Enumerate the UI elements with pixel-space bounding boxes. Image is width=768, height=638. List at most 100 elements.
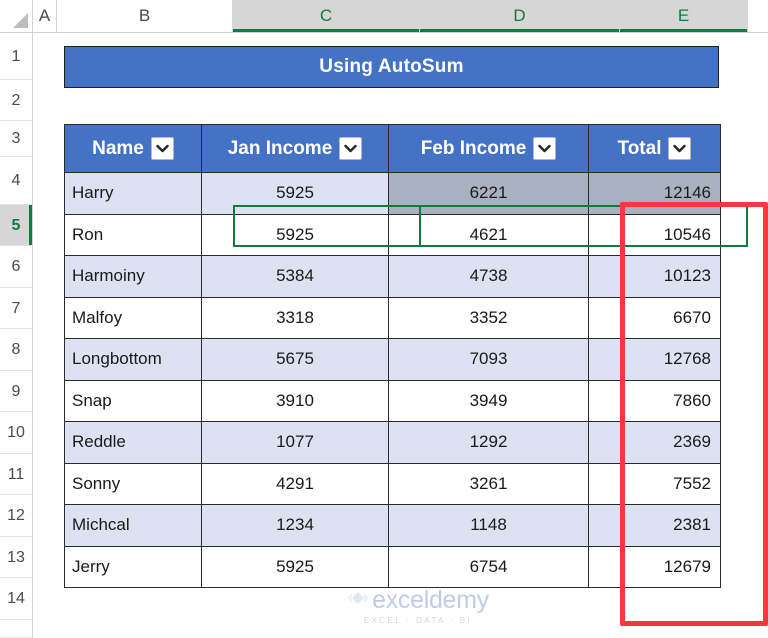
row-header-2-label: 2 [11, 92, 21, 109]
cell-total[interactable]: 6670 [588, 296, 721, 339]
row-header-15[interactable] [0, 620, 32, 638]
cell-feb-income[interactable]: 3949 [388, 379, 589, 422]
row-header-1[interactable]: 1 [0, 33, 32, 80]
cell-feb-income[interactable]: 6221 [388, 172, 589, 215]
row-header-11-label: 11 [7, 466, 25, 483]
row-header-13-label: 13 [7, 549, 25, 566]
column-header-name[interactable]: Name [64, 124, 202, 173]
row-header-14[interactable]: 14 [0, 578, 32, 620]
cell-name[interactable]: Malfoy [64, 296, 202, 339]
table-row[interactable]: Reddle 1077 1292 2369 [64, 421, 721, 464]
chevron-down-icon[interactable] [668, 137, 692, 160]
column-header-c[interactable]: C [233, 0, 420, 32]
row-header-13[interactable]: 13 [0, 537, 32, 578]
cell-name[interactable]: Harry [64, 172, 202, 215]
cell-jan-income[interactable]: 4291 [201, 462, 389, 505]
cell-feb-income[interactable]: 3352 [388, 296, 589, 339]
cell-name[interactable]: Snap [64, 379, 202, 422]
cell-jan-income[interactable]: 5925 [201, 172, 389, 215]
chevron-down-icon[interactable] [339, 137, 363, 160]
column-header-a[interactable]: A [33, 0, 57, 32]
chevron-down-icon[interactable] [533, 137, 557, 160]
cell-name[interactable]: Michcal [64, 504, 202, 547]
column-header-b[interactable]: B [57, 0, 233, 32]
row-header-6[interactable]: 6 [0, 246, 32, 288]
cell-jan-income[interactable]: 1077 [201, 421, 389, 464]
column-header-e[interactable]: E [620, 0, 748, 32]
column-header-a-label: A [38, 6, 51, 25]
table-row[interactable]: Snap 3910 3949 7860 [64, 379, 721, 422]
cell-jan-income[interactable]: 5925 [201, 213, 389, 256]
table-row[interactable]: Ron 5925 4621 10546 [64, 213, 721, 256]
cell-jan-income[interactable]: 5384 [201, 255, 389, 298]
row-header-2[interactable]: 2 [0, 80, 32, 121]
row-header-3[interactable]: 3 [0, 121, 32, 157]
cell-total[interactable]: 10123 [588, 255, 721, 298]
column-header-e-label: E [677, 6, 690, 25]
chevron-down-icon[interactable] [150, 137, 174, 160]
row-header-9-label: 9 [11, 383, 21, 400]
cell-feb-income[interactable]: 4738 [388, 255, 589, 298]
cell-jan-income[interactable]: 3910 [201, 379, 389, 422]
cell-jan-income[interactable]: 3318 [201, 296, 389, 339]
cell-jan-income[interactable]: 5675 [201, 338, 389, 381]
table-row[interactable]: Sonny 4291 3261 7552 [64, 462, 721, 505]
row-header-14-label: 14 [7, 590, 25, 607]
table-row[interactable]: Harry 5925 6221 12146 [64, 172, 721, 215]
cell-feb-income[interactable]: 1148 [388, 504, 589, 547]
row-header-8[interactable]: 8 [0, 329, 32, 371]
row-header-5[interactable]: 5 [0, 205, 32, 246]
row-header-4[interactable]: 4 [0, 157, 32, 205]
cell-name[interactable]: Longbottom [64, 338, 202, 381]
column-header-bar: A B C D E [0, 0, 768, 33]
select-all-corner[interactable] [0, 0, 33, 32]
column-header-jan-income[interactable]: Jan Income [201, 124, 389, 173]
column-header-total-label: Total [617, 137, 662, 159]
row-header-1-label: 1 [11, 48, 21, 65]
cell-total[interactable]: 12768 [588, 338, 721, 381]
row-header-7[interactable]: 7 [0, 288, 32, 329]
table-body: Harry 5925 6221 12146 Ron 5925 4621 1054… [64, 172, 721, 588]
column-header-feb-income[interactable]: Feb Income [388, 124, 589, 173]
row-header-3-label: 3 [11, 130, 21, 147]
cell-jan-income[interactable]: 1234 [201, 504, 389, 547]
row-header-5-label: 5 [11, 217, 21, 234]
cell-feb-income[interactable]: 1292 [388, 421, 589, 464]
row-header-9[interactable]: 9 [0, 371, 32, 412]
column-header-d-label: D [513, 6, 526, 25]
cell-name[interactable]: Sonny [64, 462, 202, 505]
cell-feb-income[interactable]: 7093 [388, 338, 589, 381]
row-header-11[interactable]: 11 [0, 454, 32, 495]
cell-total[interactable]: 10546 [588, 213, 721, 256]
table-row[interactable]: Michcal 1234 1148 2381 [64, 504, 721, 547]
table-header-row: Name Jan Income Feb Income Total [64, 124, 721, 173]
row-header-10[interactable]: 10 [0, 412, 32, 454]
cell-total[interactable]: 2369 [588, 421, 721, 464]
row-header-7-label: 7 [11, 300, 21, 317]
row-header-8-label: 8 [11, 341, 21, 358]
cell-name[interactable]: Harmoiny [64, 255, 202, 298]
cell-feb-income[interactable]: 6754 [388, 545, 589, 588]
cell-name[interactable]: Ron [64, 213, 202, 256]
table-row[interactable]: Malfoy 3318 3352 6670 [64, 296, 721, 339]
column-header-d[interactable]: D [420, 0, 620, 32]
cell-total[interactable]: 7860 [588, 379, 721, 422]
column-header-jan-income-label: Jan Income [227, 137, 333, 159]
table-row[interactable]: Longbottom 5675 7093 12768 [64, 338, 721, 381]
cell-total[interactable]: 12679 [588, 545, 721, 588]
row-header-12[interactable]: 12 [0, 495, 32, 537]
cell-total[interactable]: 7552 [588, 462, 721, 505]
cell-name[interactable]: Jerry [64, 545, 202, 588]
cell-jan-income[interactable]: 5925 [201, 545, 389, 588]
cell-total[interactable]: 12146 [588, 172, 721, 215]
cell-feb-income[interactable]: 4621 [388, 213, 589, 256]
cell-feb-income[interactable]: 3261 [388, 462, 589, 505]
column-header-total[interactable]: Total [588, 124, 721, 173]
table-row[interactable]: Harmoiny 5384 4738 10123 [64, 255, 721, 298]
table-row[interactable]: Jerry 5925 6754 12679 [64, 545, 721, 588]
column-header-name-label: Name [92, 137, 144, 159]
row-header-10-label: 10 [7, 424, 25, 441]
title-banner[interactable]: Using AutoSum [64, 46, 719, 88]
cell-name[interactable]: Reddle [64, 421, 202, 464]
cell-total[interactable]: 2381 [588, 504, 721, 547]
